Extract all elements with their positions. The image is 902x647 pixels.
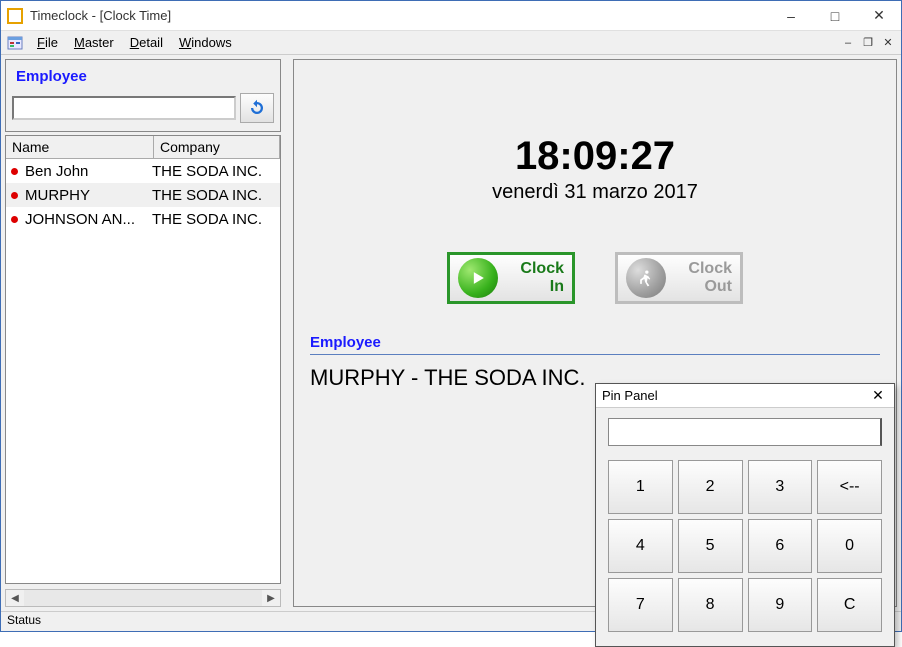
employee-grid: Name Company Ben John THE SODA INC. MURP… <box>5 135 281 584</box>
grid-body: Ben John THE SODA INC. MURPHY THE SODA I… <box>6 159 280 231</box>
pin-panel-titlebar: Pin Panel ✕ <box>596 384 894 408</box>
col-header-name[interactable]: Name <box>6 136 154 158</box>
key-4[interactable]: 4 <box>608 519 673 573</box>
clock-out-button: Clock Out <box>615 252 743 304</box>
pin-panel-title: Pin Panel <box>602 388 658 403</box>
employee-detail-label: Employee <box>310 334 880 355</box>
pin-panel-close-button[interactable]: ✕ <box>868 387 888 404</box>
table-row[interactable]: Ben John THE SODA INC. <box>6 159 280 183</box>
content-area: Employee Name Company <box>1 55 901 611</box>
employee-search-panel: Employee <box>5 59 281 132</box>
app-icon <box>7 8 23 24</box>
status-dot-icon <box>11 216 18 223</box>
status-dot-icon <box>11 192 18 199</box>
menubar: File Master Detail Windows – ❐ ✕ <box>1 31 901 55</box>
table-row[interactable]: MURPHY THE SODA INC. <box>6 183 280 207</box>
minimize-button[interactable]: – <box>769 1 813 30</box>
maximize-button[interactable]: □ <box>813 1 857 30</box>
key-2[interactable]: 2 <box>678 460 743 514</box>
mdi-close-icon[interactable]: ✕ <box>879 35 897 51</box>
menu-detail[interactable]: Detail <box>122 33 171 52</box>
window-controls: – □ ✕ <box>769 1 901 30</box>
refresh-icon <box>248 99 266 117</box>
key-5[interactable]: 5 <box>678 519 743 573</box>
menu-windows[interactable]: Windows <box>171 33 240 52</box>
scroll-track[interactable] <box>24 590 262 606</box>
scroll-right-icon[interactable]: ▶ <box>262 593 280 604</box>
refresh-button[interactable] <box>240 93 274 123</box>
employee-panel-title: Employee <box>16 68 274 85</box>
table-row[interactable]: JOHNSON AN... THE SODA INC. <box>6 207 280 231</box>
mdi-controls: – ❐ ✕ <box>839 31 897 54</box>
col-header-company[interactable]: Company <box>154 136 280 158</box>
titlebar: Timeclock - [Clock Time] – □ ✕ <box>1 1 901 31</box>
pin-display[interactable] <box>608 418 882 446</box>
key-7[interactable]: 7 <box>608 578 673 632</box>
status-dot-icon <box>11 168 18 175</box>
key-3[interactable]: 3 <box>748 460 813 514</box>
key-1[interactable]: 1 <box>608 460 673 514</box>
sidebar: Employee Name Company <box>1 55 285 611</box>
horizontal-scrollbar[interactable]: ◀ ▶ <box>5 589 281 607</box>
clock-in-button[interactable]: Clock In <box>447 252 575 304</box>
key-backspace[interactable]: <-- <box>817 460 882 514</box>
key-6[interactable]: 6 <box>748 519 813 573</box>
run-out-icon <box>626 258 666 298</box>
scroll-left-icon[interactable]: ◀ <box>6 593 24 604</box>
key-clear[interactable]: C <box>817 578 882 632</box>
status-text: Status <box>7 613 41 627</box>
mdi-restore-icon[interactable]: ❐ <box>859 35 877 51</box>
window-title: Timeclock - [Clock Time] <box>30 8 769 23</box>
employee-search-input[interactable] <box>12 96 236 120</box>
key-0[interactable]: 0 <box>817 519 882 573</box>
clock-date: venerdì 31 marzo 2017 <box>310 181 880 204</box>
key-9[interactable]: 9 <box>748 578 813 632</box>
app-window: Timeclock - [Clock Time] – □ ✕ File Mast… <box>0 0 902 632</box>
mdi-minimize-icon[interactable]: – <box>839 35 857 51</box>
menu-file[interactable]: File <box>29 33 66 52</box>
keypad: 1 2 3 <-- 4 5 6 0 7 8 9 C <box>608 460 882 632</box>
close-button[interactable]: ✕ <box>857 1 901 30</box>
clock-time: 18:09:27 <box>310 134 880 179</box>
play-icon <box>458 258 498 298</box>
splitter[interactable] <box>285 55 293 611</box>
form-icon <box>7 35 23 51</box>
key-8[interactable]: 8 <box>678 578 743 632</box>
grid-header: Name Company <box>6 136 280 159</box>
pin-panel: Pin Panel ✕ 1 2 3 <-- 4 5 6 0 7 8 9 <box>595 383 895 647</box>
menu-master[interactable]: Master <box>66 33 122 52</box>
